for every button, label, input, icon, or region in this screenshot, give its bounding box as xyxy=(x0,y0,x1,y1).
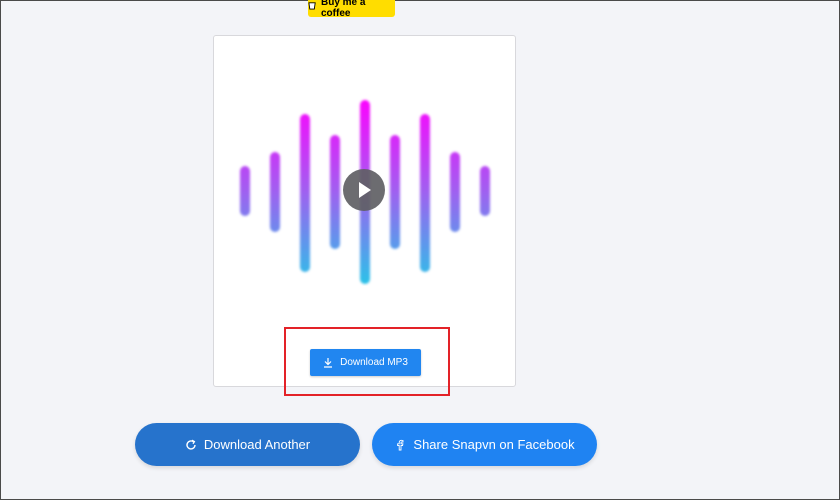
coffee-button-label: Buy me a coffee xyxy=(321,0,366,17)
share-facebook-button[interactable]: Share Snapvn on Facebook xyxy=(372,423,597,466)
download-another-button[interactable]: Download Another xyxy=(135,423,360,466)
share-facebook-label: Share Snapvn on Facebook xyxy=(413,437,575,452)
buy-me-a-coffee-button[interactable]: Buy me a coffee xyxy=(308,0,395,17)
coffee-cup-icon xyxy=(308,1,317,10)
refresh-icon xyxy=(185,439,197,451)
download-another-label: Download Another xyxy=(203,437,311,452)
facebook-icon xyxy=(394,439,406,451)
play-button[interactable] xyxy=(343,169,385,211)
red-highlight-box xyxy=(284,327,450,396)
play-icon xyxy=(355,180,373,200)
